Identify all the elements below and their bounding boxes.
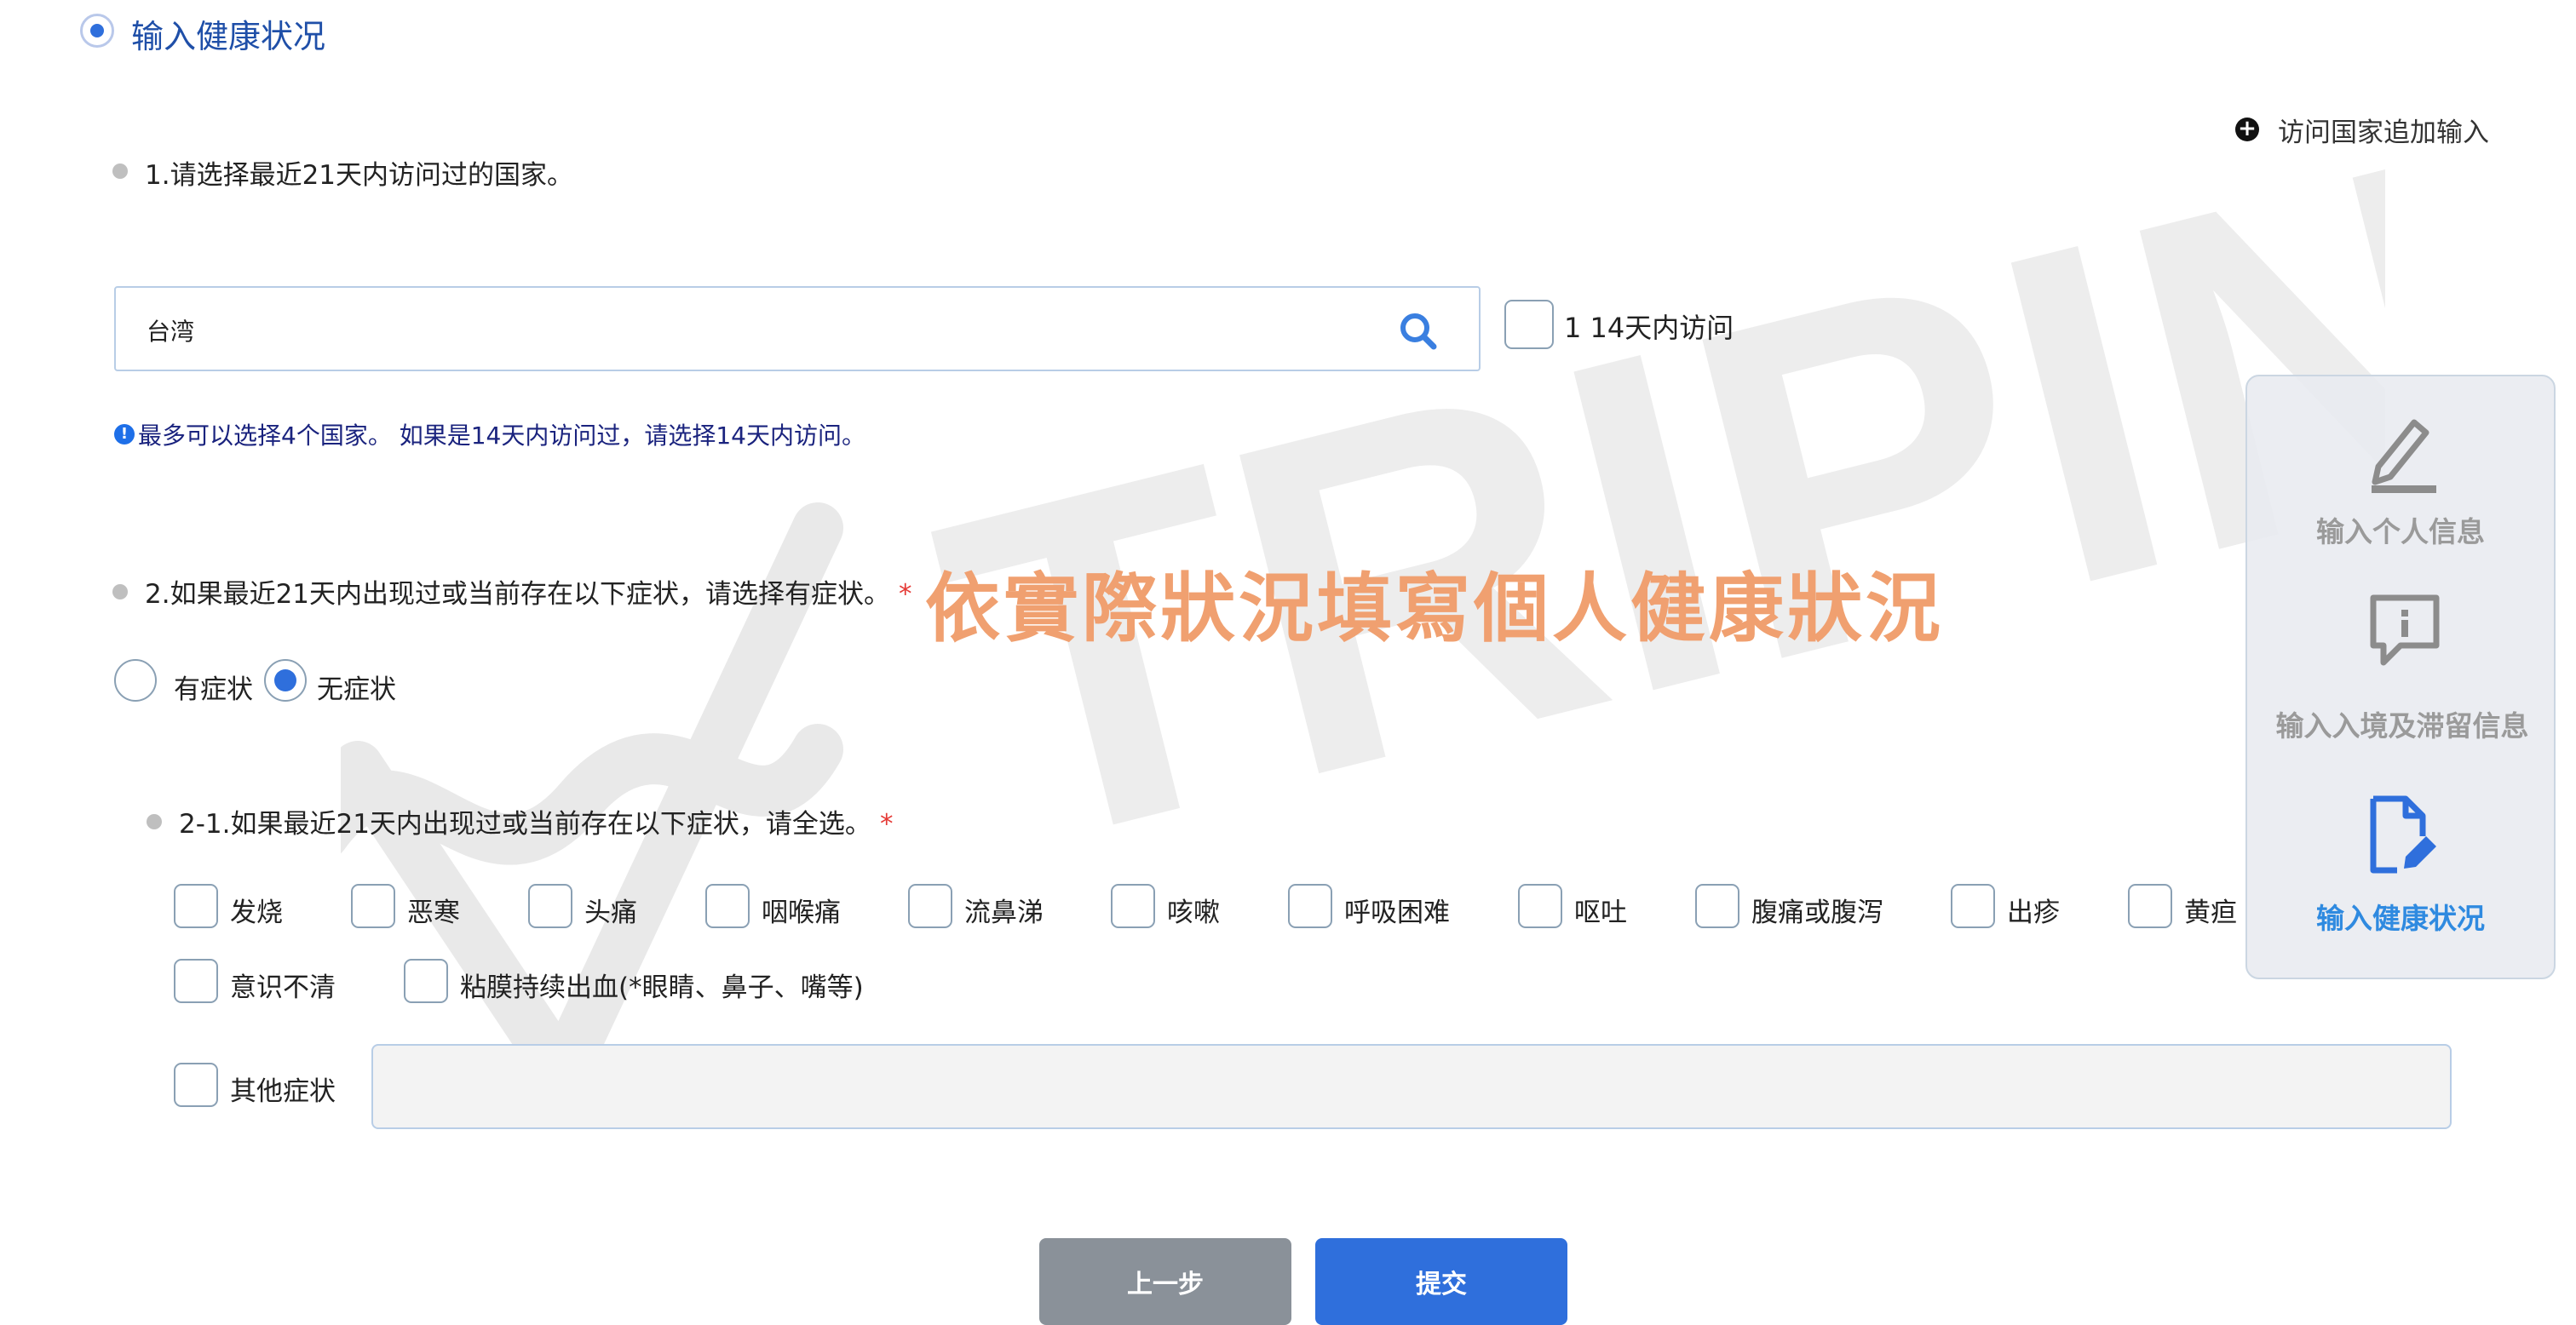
q21-bullet — [147, 814, 162, 829]
search-icon[interactable] — [1399, 312, 1438, 351]
overlay-caption: 依實際狀況填寫個人健康狀況 — [925, 565, 1945, 652]
symptom-checkbox-runny-nose[interactable] — [908, 884, 952, 928]
symptom-label-sore-throat: 咽喉痛 — [762, 898, 841, 928]
symptom-checkbox-chills[interactable] — [351, 884, 395, 928]
add-country-button[interactable]: + 访问国家追加输入 — [2235, 112, 2489, 148]
q2-text-label: 2.如果最近21天内出现过或当前存在以下症状，请选择有症状。 — [145, 579, 891, 610]
submit-button[interactable]: 提交 — [1315, 1238, 1567, 1325]
symptom-label-confusion: 意识不清 — [230, 972, 336, 1003]
symptom-label-abdominal-pain: 腹痛或腹泻 — [1751, 898, 1883, 928]
symptom-label-mucosal-bleeding: 粘膜持续出血(*眼睛、鼻子、嘴等) — [460, 972, 864, 1003]
section-title: 输入健康状况 — [131, 18, 326, 55]
symptom-label-vomiting: 呕吐 — [1574, 898, 1627, 928]
document-edit-icon — [2370, 795, 2436, 874]
q2-text: 2.如果最近21天内出现过或当前存在以下症状，请选择有症状。 * — [145, 572, 912, 611]
symptom-checkbox-cough[interactable] — [1111, 884, 1155, 928]
no-symptoms-radio[interactable] — [264, 659, 307, 702]
pencil-icon — [2372, 419, 2436, 493]
no-symptoms-label: 无症状 — [317, 674, 396, 705]
visited-14-days-label: 1 14天内访问 — [1564, 312, 1734, 344]
watermark-text: TRIPIN — [900, 102, 2385, 949]
add-country-label: 访问国家追加输入 — [2278, 117, 2489, 148]
step-sidebar: 输入个人信息 输入入境及滞留信息 输入健康状况 — [2245, 375, 2556, 979]
symptom-checkbox-breathing-difficulty[interactable] — [1288, 884, 1332, 928]
symptom-checkbox-abdominal-pain[interactable] — [1695, 884, 1739, 928]
symptom-checkbox-jaundice[interactable] — [2128, 884, 2172, 928]
symptom-checkbox-mucosal-bleeding[interactable] — [404, 959, 448, 1003]
step-health-status-label: 输入健康状况 — [2316, 902, 2485, 935]
info-note: ! 最多可以选择4个国家。 如果是14天内访问过，请选择14天内访问。 — [114, 417, 865, 451]
country-search-value: 台湾 — [147, 318, 195, 346]
other-symptoms-input[interactable] — [371, 1044, 2452, 1129]
symptom-label-headache: 头痛 — [584, 898, 637, 928]
q1-text: 1.请选择最近21天内访问过的国家。 — [145, 160, 574, 191]
has-symptoms-label: 有症状 — [174, 674, 253, 705]
symptom-checkbox-fever[interactable] — [174, 884, 218, 928]
q21-text-label: 2-1.如果最近21天内出现过或当前存在以下症状，请全选。 — [179, 809, 871, 840]
symptom-checkbox-rash[interactable] — [1951, 884, 1995, 928]
symptom-checkbox-confusion[interactable] — [174, 959, 218, 1003]
info-bubble-icon — [2370, 594, 2440, 666]
has-symptoms-radio[interactable] — [114, 659, 157, 702]
step-personal-info[interactable]: 输入个人信息 — [2247, 376, 2554, 564]
other-symptoms-label: 其他症状 — [230, 1076, 336, 1107]
q21-required-mark: * — [879, 809, 894, 840]
step-personal-info-label: 输入个人信息 — [2316, 515, 2485, 548]
section-marker-icon — [80, 14, 114, 48]
previous-button[interactable]: 上一步 — [1039, 1238, 1291, 1325]
symptom-checkbox-vomiting[interactable] — [1518, 884, 1562, 928]
step-entry-info[interactable]: 输入入境及滞留信息 — [2247, 572, 2554, 760]
q2-required-mark: * — [899, 579, 912, 610]
visited-14-days-checkbox[interactable] — [1504, 300, 1554, 349]
symptom-label-fever: 发烧 — [230, 898, 283, 928]
info-note-text: 最多可以选择4个国家。 如果是14天内访问过，请选择14天内访问。 — [138, 422, 865, 450]
country-search-input[interactable]: 台湾 — [114, 286, 1481, 371]
q1-bullet — [112, 163, 128, 179]
symptom-label-cough: 咳嗽 — [1167, 898, 1220, 928]
step-entry-info-label: 输入入境及滞留信息 — [2275, 709, 2529, 743]
q21-text: 2-1.如果最近21天内出现过或当前存在以下症状，请全选。 * — [179, 802, 893, 840]
symptom-label-jaundice: 黄疸 — [2184, 898, 2237, 928]
symptom-label-breathing-difficulty: 呼吸困难 — [1344, 898, 1450, 928]
symptom-checkbox-sore-throat[interactable] — [705, 884, 750, 928]
info-icon: ! — [114, 424, 135, 445]
other-symptoms-checkbox[interactable] — [174, 1063, 218, 1107]
symptom-label-chills: 恶寒 — [407, 898, 460, 928]
step-health-status[interactable]: 输入健康状况 — [2247, 768, 2554, 972]
symptom-label-rash: 出疹 — [2007, 898, 2060, 928]
plus-circle-icon: + — [2235, 118, 2259, 141]
q2-bullet — [112, 584, 128, 599]
symptom-checkbox-headache[interactable] — [528, 884, 572, 928]
symptom-label-runny-nose: 流鼻涕 — [964, 898, 1044, 928]
